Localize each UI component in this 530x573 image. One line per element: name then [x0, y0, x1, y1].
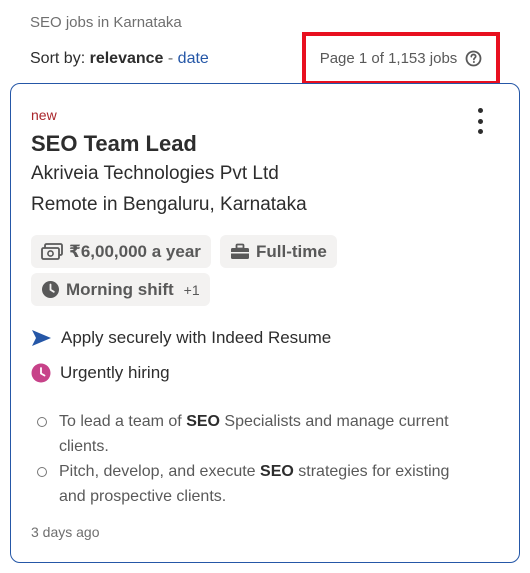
- salary-label: ₹6,00,000 a year: [69, 241, 201, 261]
- money-icon: [41, 242, 63, 260]
- question-circle-icon[interactable]: [465, 50, 482, 67]
- sort-control: Sort by: relevance - date: [30, 50, 209, 68]
- shift-extra-count: +1: [183, 281, 200, 298]
- snippet-item: To lead a team of SEO Specialists and ma…: [37, 409, 477, 459]
- job-type-chip: Full-time: [220, 235, 337, 268]
- posted-date: 3 days ago: [31, 524, 100, 540]
- apply-indeed-resume: Apply securely with Indeed Resume: [31, 328, 331, 348]
- send-arrow-icon: [32, 330, 51, 346]
- job-location: Remote in Bengaluru, Karnataka: [31, 194, 307, 215]
- urgent-clock-icon: [31, 363, 51, 383]
- urgently-hiring: Urgently hiring: [31, 363, 170, 383]
- clock-icon: [42, 281, 59, 298]
- job-card[interactable]: new SEO Team Lead Akriveia Technologies …: [10, 83, 520, 563]
- apply-label: Apply securely with Indeed Resume: [61, 328, 332, 347]
- briefcase-icon: [231, 243, 249, 259]
- shift-label: Morning shift: [66, 279, 174, 299]
- sort-date-link[interactable]: date: [178, 50, 209, 67]
- company-name: Akriveia Technologies Pvt Ltd: [31, 163, 279, 184]
- job-title[interactable]: SEO Team Lead: [31, 131, 197, 157]
- more-options-icon[interactable]: [469, 108, 491, 134]
- pagination-count: Page 1 of 1,153 jobs: [302, 32, 500, 85]
- salary-chip: ₹6,00,000 a year: [31, 235, 211, 268]
- sort-separator: -: [167, 50, 174, 67]
- job-type-label: Full-time: [256, 241, 327, 261]
- urgent-label: Urgently hiring: [60, 363, 170, 382]
- shift-chip: Morning shift +1: [31, 273, 210, 306]
- sort-relevance: relevance: [89, 50, 164, 67]
- pagination-text: Page 1 of 1,153 jobs: [319, 50, 458, 67]
- new-tag: new: [31, 107, 57, 123]
- sort-label: Sort by:: [30, 50, 86, 67]
- snippet-item: Pitch, develop, and execute SEO strategi…: [37, 459, 477, 509]
- job-snippet: To lead a team of SEO Specialists and ma…: [37, 409, 477, 509]
- breadcrumb: SEO jobs in Karnataka: [30, 14, 182, 31]
